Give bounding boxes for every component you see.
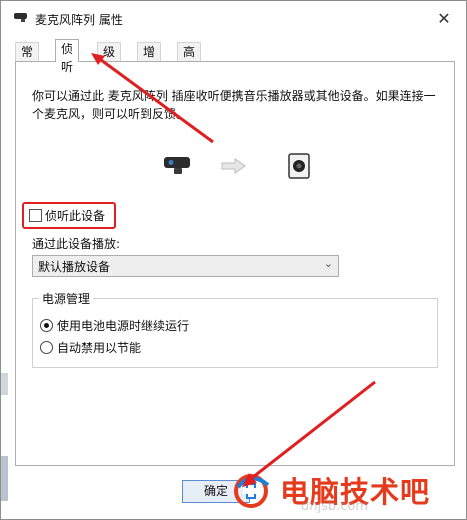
annotation-arrowhead-tab — [91, 53, 105, 65]
annotation-overlay — [91, 53, 376, 487]
annotation-arrow-tab — [96, 55, 214, 144]
annotation-arrow-ok — [247, 380, 376, 483]
tab-listen[interactable]: 侦听 — [55, 39, 80, 74]
properties-dialog: 麦克风阵列 属性 ✕ 常规 侦听 级别 增强 高级 你可以通过此 麦克风阵列 插… — [0, 0, 467, 520]
